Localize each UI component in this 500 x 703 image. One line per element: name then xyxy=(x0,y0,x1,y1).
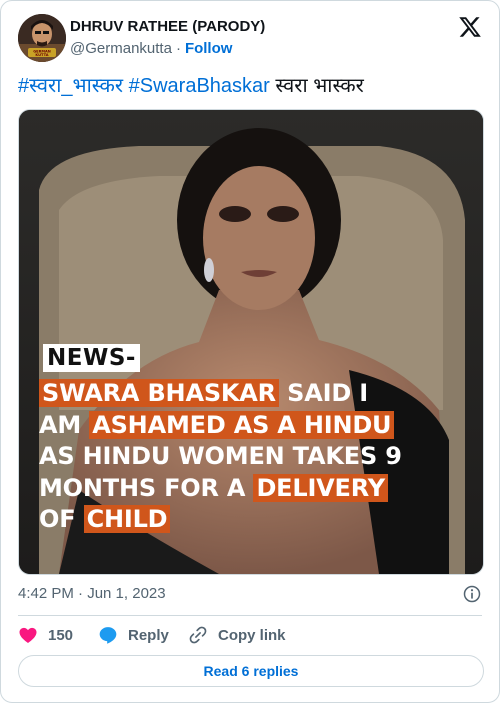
author-handle[interactable]: @Germankutta xyxy=(70,40,172,57)
handle-row: @Germankutta · Follow xyxy=(70,40,232,57)
avatar-badge-line2: KUTTA xyxy=(35,53,48,57)
headline-text: AS HINDU WOMEN TAKES 9 xyxy=(39,442,402,470)
action-bar: 150 Reply Copy link xyxy=(18,623,482,647)
link-icon xyxy=(189,626,207,644)
headline-text: OF xyxy=(39,505,84,533)
hashtag-link[interactable]: #SwaraBhaskar xyxy=(129,75,270,97)
headline-highlight: DELIVERY xyxy=(253,473,388,502)
copy-link-button[interactable]: Copy link xyxy=(188,623,286,647)
headline-block: SWARA BHASKAR SAID I AM ASHAMED AS A HIN… xyxy=(39,378,469,536)
timestamp-link[interactable]: 4:42 PM · Jun 1, 2023 xyxy=(18,585,166,602)
reply-button[interactable]: Reply xyxy=(98,623,169,647)
timestamp-row: 4:42 PM · Jun 1, 2023 xyxy=(18,584,482,604)
headline-highlight: ASHAMED AS A HINDU xyxy=(89,410,395,439)
read-replies-button[interactable]: Read 6 replies xyxy=(18,655,484,687)
reply-bubble-icon xyxy=(99,627,117,644)
headline-line: AS HINDU WOMEN TAKES 9 xyxy=(39,441,469,473)
author-display-name[interactable]: DHRUV RATHEE (PARODY) xyxy=(70,18,265,35)
reply-label: Reply xyxy=(128,626,169,644)
headline-text: MONTHS FOR A xyxy=(39,473,254,502)
separator-dot: · xyxy=(175,40,181,57)
x-logo-icon[interactable] xyxy=(458,15,482,39)
headline-line: SWARA BHASKAR SAID I xyxy=(39,378,469,410)
follow-button[interactable]: Follow xyxy=(185,40,233,57)
news-text-overlay: NEWS- SWARA BHASKAR SAID I AM ASHAMED AS… xyxy=(19,110,483,574)
avatar[interactable]: GERMAN KUTTA xyxy=(18,14,66,62)
divider xyxy=(18,615,482,616)
tweet-text: #स्वरा_भास्कर #SwaraBhaskar स्वरा भास्कर xyxy=(18,73,482,99)
tweet-media-image[interactable]: NEWS- SWARA BHASKAR SAID I AM ASHAMED AS… xyxy=(18,109,484,575)
heart-icon xyxy=(19,627,37,643)
info-icon[interactable] xyxy=(462,584,482,604)
tweet-plain-text: स्वरा भास्कर xyxy=(275,75,364,97)
headline-highlight: CHILD xyxy=(83,505,171,533)
headline-text: AM xyxy=(39,410,90,439)
news-label: NEWS- xyxy=(43,344,140,372)
like-button[interactable]: 150 xyxy=(18,623,73,647)
like-count: 150 xyxy=(48,626,74,644)
headline-line: AM ASHAMED AS A HINDU xyxy=(39,410,469,442)
headline-line: OF CHILD xyxy=(39,504,469,536)
headline-highlight: SWARA BHASKAR xyxy=(39,379,279,407)
headline-line: MONTHS FOR A DELIVERY xyxy=(39,473,469,505)
tweet-embed-card: GERMAN KUTTA DHRUV RATHEE (PARODY) @Germ… xyxy=(0,0,500,703)
avatar-image: GERMAN KUTTA xyxy=(18,14,66,62)
copy-link-label: Copy link xyxy=(218,626,286,644)
headline-text: SAID I xyxy=(278,379,368,407)
hashtag-link[interactable]: #स्वरा_भास्कर xyxy=(18,75,123,97)
tweet-header: GERMAN KUTTA DHRUV RATHEE (PARODY) @Germ… xyxy=(18,14,482,62)
